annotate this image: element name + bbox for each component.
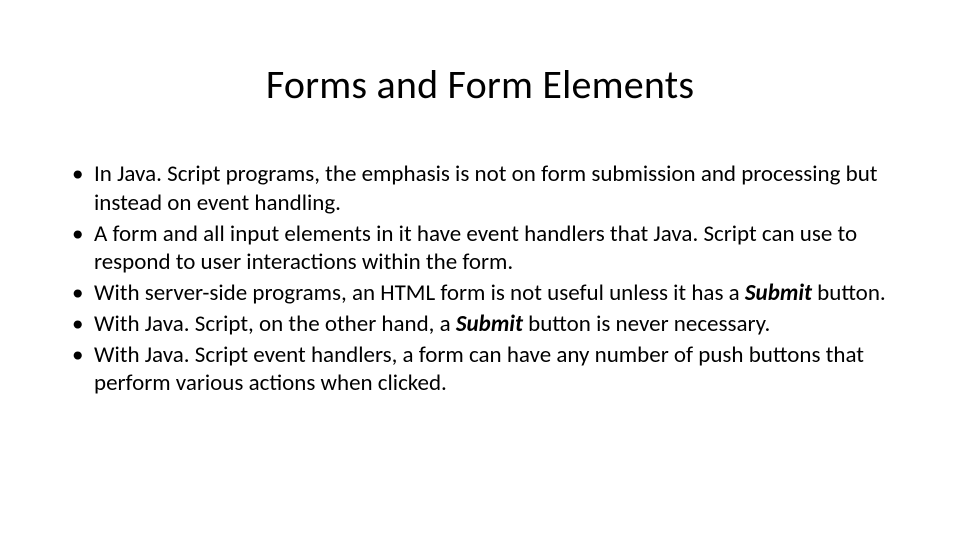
bullet-text-pre: With Java. Script event handlers, a form… bbox=[94, 341, 864, 398]
list-item: With Java. Script, on the other hand, a … bbox=[72, 310, 900, 339]
bullet-text-post: button is never necessary. bbox=[523, 310, 770, 338]
slide-body: In Java. Script programs, the emphasis i… bbox=[72, 160, 900, 400]
list-item: With server-side programs, an HTML form … bbox=[72, 279, 900, 308]
list-item: With Java. Script event handlers, a form… bbox=[72, 341, 900, 399]
bullet-list: In Java. Script programs, the emphasis i… bbox=[72, 160, 900, 398]
slide: Forms and Form Elements In Java. Script … bbox=[0, 0, 960, 540]
slide-title: Forms and Form Elements bbox=[0, 60, 960, 109]
bullet-text-post: button. bbox=[812, 279, 886, 307]
bullet-text-bold: Submit bbox=[456, 310, 523, 338]
bullet-text-pre: A form and all input elements in it have… bbox=[94, 220, 857, 277]
bullet-text-pre: With server-side programs, an HTML form … bbox=[94, 279, 745, 307]
list-item: A form and all input elements in it have… bbox=[72, 220, 900, 278]
bullet-text-bold: Submit bbox=[745, 279, 812, 307]
list-item: In Java. Script programs, the emphasis i… bbox=[72, 160, 900, 218]
bullet-text-pre: With Java. Script, on the other hand, a bbox=[94, 310, 456, 338]
bullet-text-pre: In Java. Script programs, the emphasis i… bbox=[94, 160, 877, 217]
